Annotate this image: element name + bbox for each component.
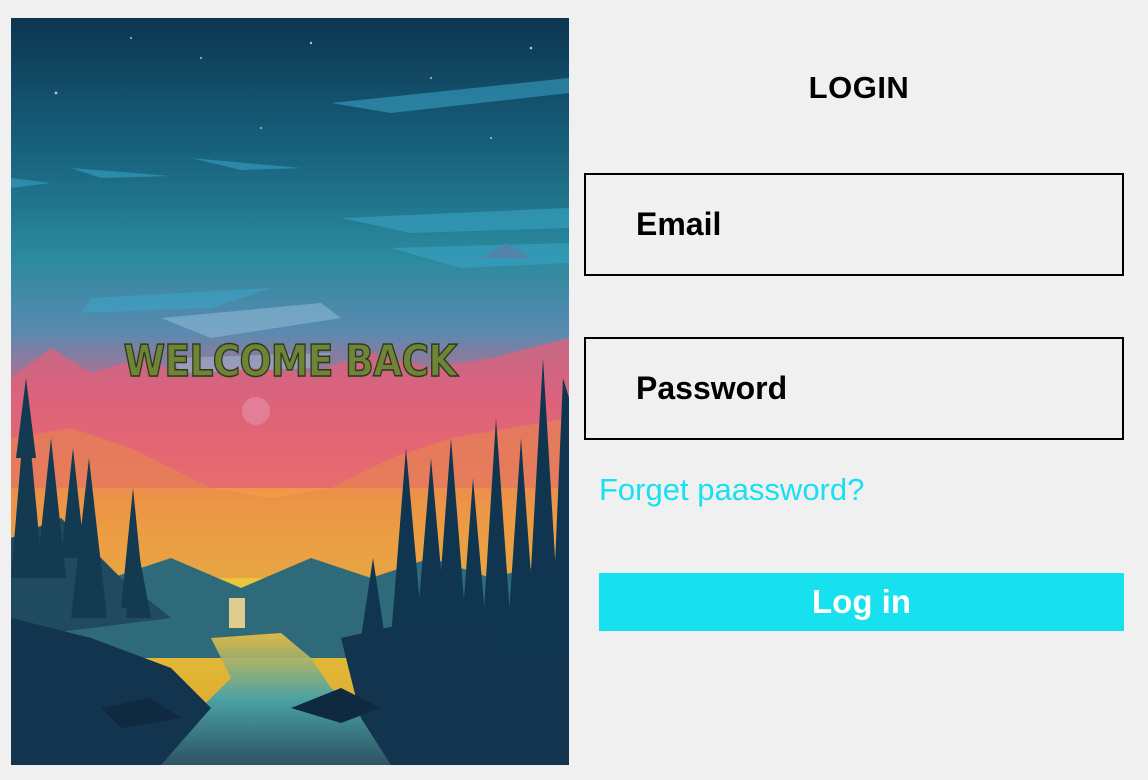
forest-sunset-illustration: [11, 18, 569, 765]
hero-image-panel: WELCOME BACK: [11, 18, 569, 765]
email-field[interactable]: [586, 175, 1122, 274]
login-title: LOGIN: [808, 70, 910, 105]
forgot-password-link[interactable]: Forget paassword?: [599, 472, 864, 508]
welcome-heading: WELCOME BACK: [123, 335, 458, 388]
login-button[interactable]: Log in: [599, 573, 1124, 631]
password-field[interactable]: [586, 339, 1122, 438]
email-field-box[interactable]: [584, 173, 1124, 276]
password-field-box[interactable]: [584, 337, 1124, 440]
